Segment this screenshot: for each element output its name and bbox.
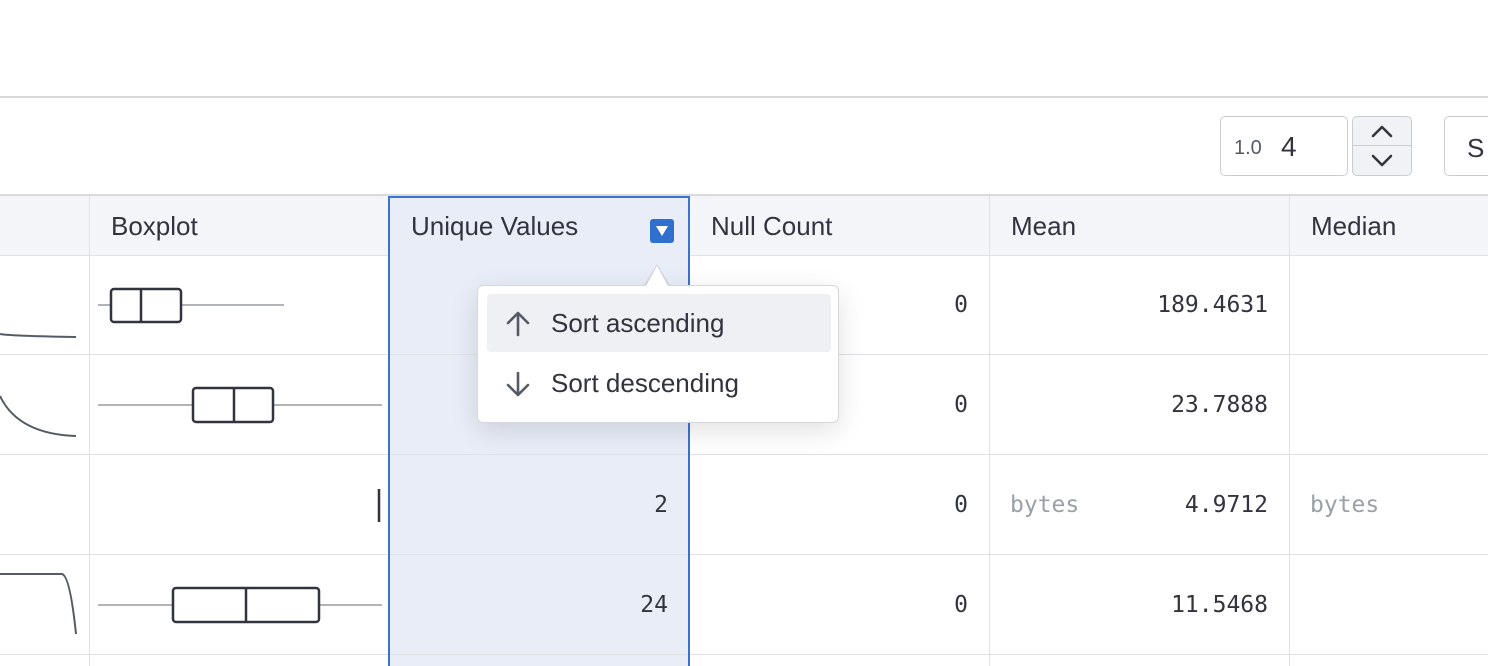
- boxplot-row-4: [98, 586, 382, 624]
- header-boxplot[interactable]: Boxplot: [89, 196, 389, 256]
- unique-values-cell[interactable]: 2: [400, 492, 668, 518]
- arrow-down-icon: [506, 371, 530, 397]
- precision-prefix: 1.0: [1234, 137, 1262, 159]
- sparkline-row-2: [0, 395, 77, 437]
- menu-pointer-fill: [646, 266, 668, 286]
- chevron-down-icon: [1371, 154, 1393, 166]
- precision-input[interactable]: 1.0 4: [1220, 116, 1348, 176]
- sparkline-row-1: [0, 333, 77, 338]
- boxplot-row-2: [98, 386, 382, 424]
- header-null-count[interactable]: Null Count: [689, 196, 989, 256]
- precision-stepper[interactable]: [1352, 116, 1412, 176]
- boxplot-column: [98, 287, 382, 624]
- mean-cell[interactable]: 189.4631: [1000, 292, 1268, 318]
- chevron-up-icon: [1371, 125, 1393, 138]
- arrow-up-icon: [506, 311, 530, 337]
- column-sort-button[interactable]: [650, 219, 674, 243]
- precision-value[interactable]: 4: [1281, 131, 1297, 163]
- table-header-row: Boxplot Unique Values Null Count Mean Me…: [0, 196, 1488, 256]
- header-unique-values[interactable]: Unique Values: [389, 196, 689, 256]
- sort-ascending-label: Sort ascending: [551, 308, 725, 338]
- decrement-button[interactable]: [1353, 146, 1411, 175]
- median-type-label: bytes: [1310, 492, 1380, 518]
- unique-values-cell[interactable]: 24: [400, 592, 668, 618]
- null-count-cell[interactable]: 0: [700, 592, 968, 618]
- null-count-cell[interactable]: 0: [700, 492, 968, 518]
- sort-descending-label: Sort descending: [551, 368, 739, 398]
- data-explorer-view: 1.0 4 S Boxplot Unique Values Null Count: [0, 0, 1488, 666]
- sort-ascending-item[interactable]: Sort ascending: [487, 294, 831, 352]
- sort-descending-item[interactable]: Sort descending: [487, 354, 831, 412]
- mean-cell[interactable]: 11.5468: [1000, 592, 1268, 618]
- header-mean[interactable]: Mean: [989, 196, 1289, 256]
- increment-button[interactable]: [1353, 117, 1411, 146]
- next-control-label: S: [1467, 133, 1485, 163]
- sort-menu: Sort ascending Sort descending: [477, 285, 839, 423]
- grid-line: [989, 196, 990, 666]
- sparkline-column: [0, 333, 77, 635]
- mean-cell[interactable]: 23.7888: [1000, 392, 1268, 418]
- mean-cell[interactable]: 4.9712: [1000, 492, 1268, 518]
- boxplot-row-1: [98, 287, 284, 324]
- header-median[interactable]: Median: [1289, 196, 1488, 256]
- grid-line: [1289, 196, 1290, 666]
- table-toolbar: 1.0 4 S: [0, 98, 1488, 196]
- triangle-down-icon: [656, 226, 668, 236]
- next-control[interactable]: S: [1444, 116, 1488, 176]
- sparkline-row-4: [0, 573, 77, 635]
